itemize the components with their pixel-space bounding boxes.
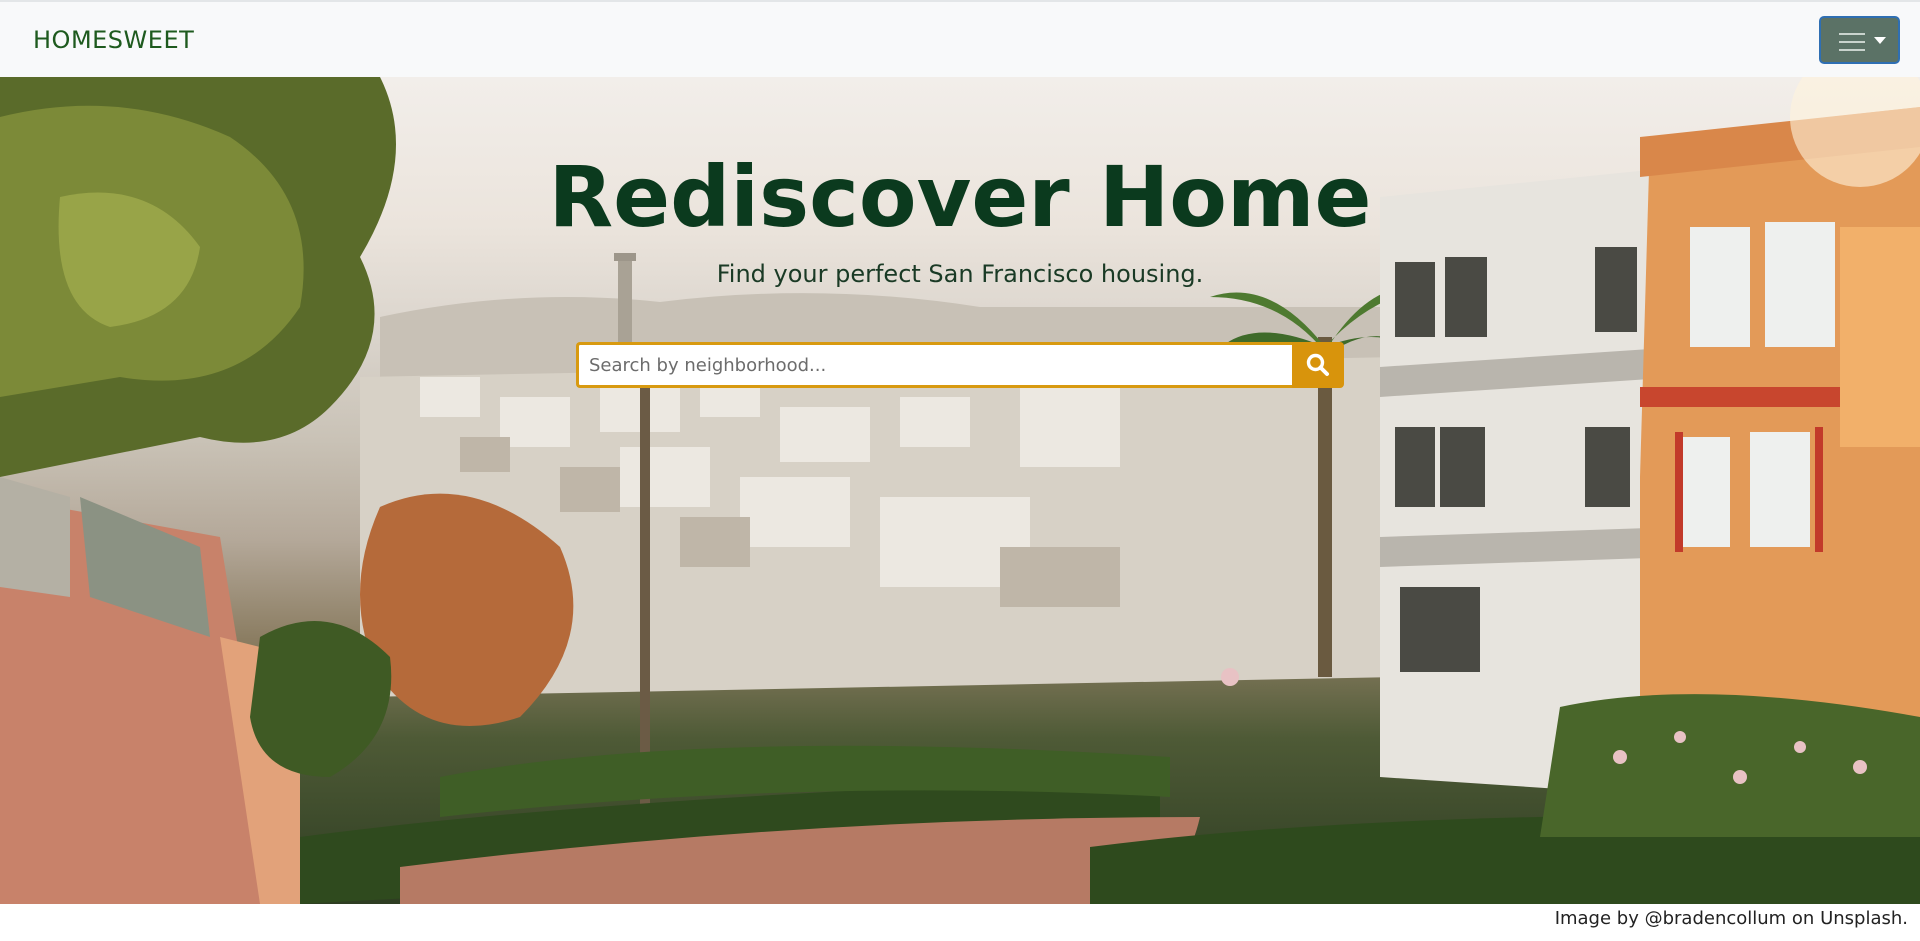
- navbar: HOMESWEET: [0, 0, 1920, 77]
- hero-title: Rediscover Home: [548, 148, 1372, 246]
- hamburger-menu-icon: [1839, 33, 1865, 51]
- neighborhood-search-form: [576, 342, 1344, 388]
- caret-down-icon: [1874, 37, 1886, 44]
- search-button[interactable]: [1292, 342, 1344, 388]
- search-icon: [1306, 353, 1329, 376]
- neighborhood-search-input[interactable]: [576, 342, 1292, 388]
- brand-logo-link[interactable]: HOMESWEET: [33, 26, 194, 54]
- navbar-toggle-button[interactable]: [1819, 16, 1900, 64]
- hero-subtitle: Find your perfect San Francisco housing.: [716, 260, 1204, 288]
- image-credit: Image by @bradencollum on Unsplash.: [1554, 908, 1908, 929]
